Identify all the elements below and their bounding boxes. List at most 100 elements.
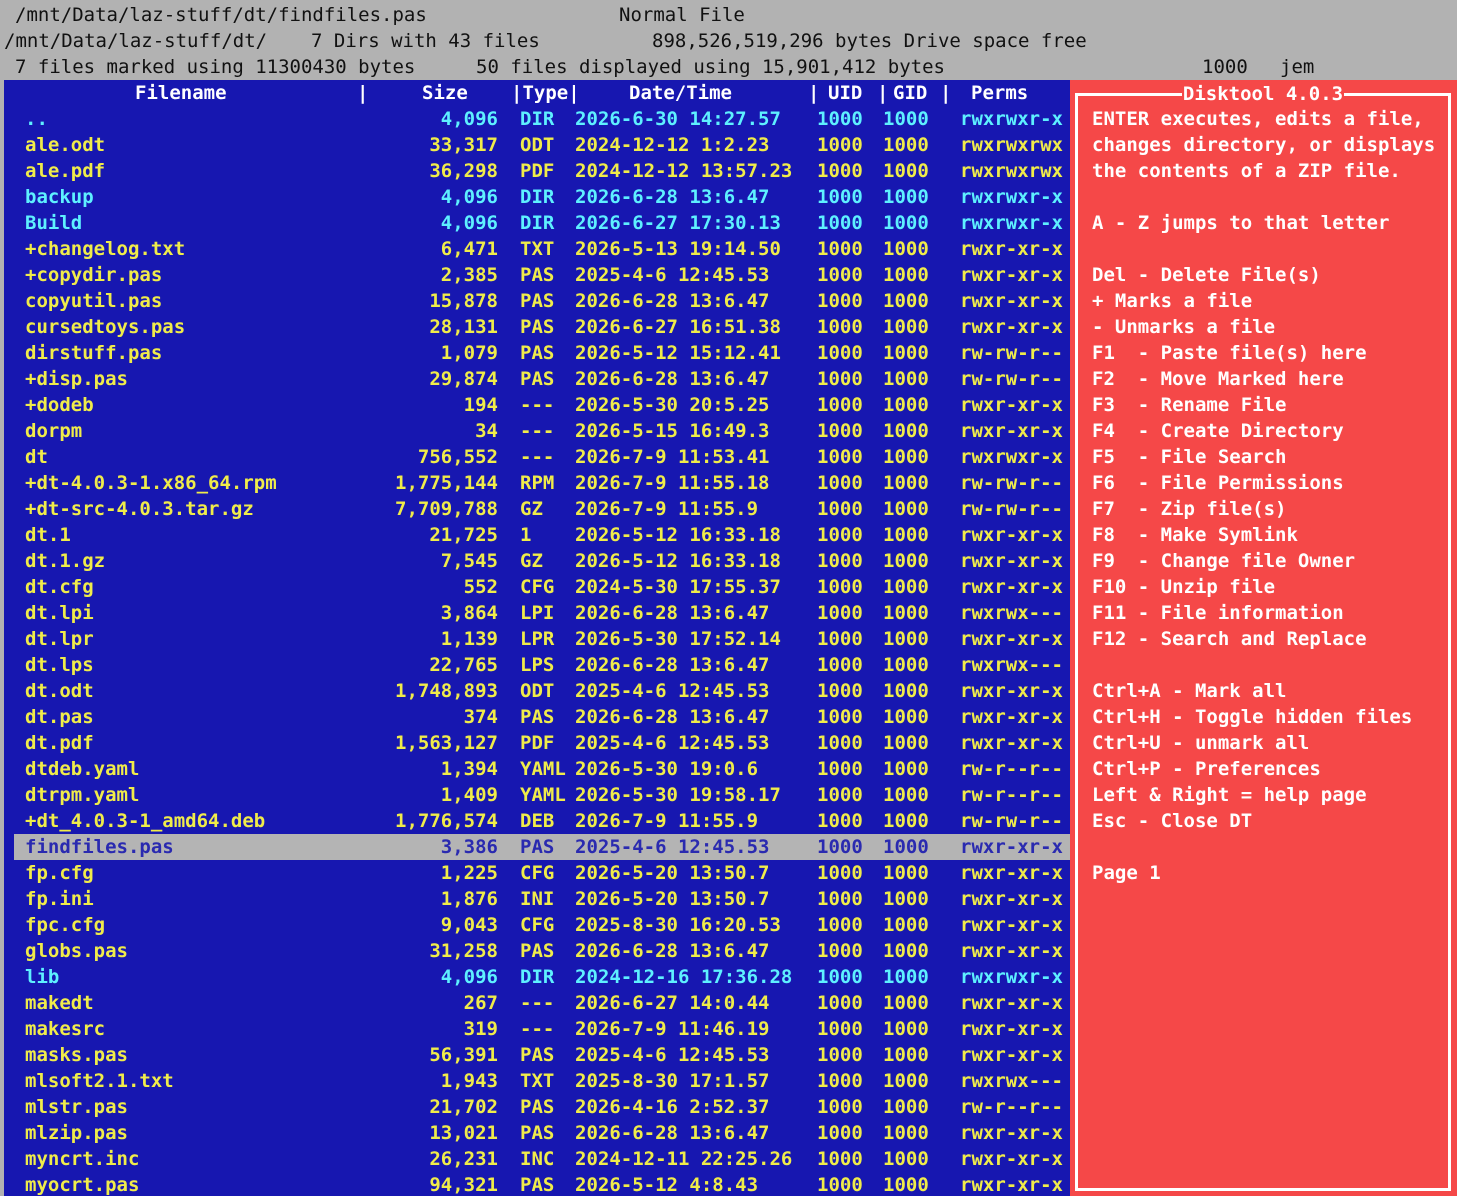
file-row[interactable]: dt.pdf 1,563,127 PDF 2025-4-6 12:45.53 1000 1… [14,730,1070,756]
file-name: cursedtoys.pas [25,316,186,338]
file-perms: rwxr-xr-x [960,732,1063,754]
help-line: F5 - File Search [1092,446,1287,468]
file-name: dt.cfg [25,576,94,598]
status-line-2: /mnt/Data/laz-stuff/dt/ 7 Dirs with 43 f… [0,28,1457,54]
file-row[interactable]: copyutil.pas 15,878 PAS 2026-6-28 13:6.47 10… [14,288,1070,314]
file-perms: rwxr-xr-x [960,680,1063,702]
column-filename[interactable]: Filename [135,80,227,106]
file-row[interactable]: globs.pas 31,258 PAS 2026-6-28 13:6.47 1000 1… [14,938,1070,964]
file-perms: rwxr-xr-x [960,836,1063,858]
column-datetime[interactable]: Date/Time [629,80,732,106]
file-gid: 1000 [883,784,929,806]
file-row-selected[interactable]: findfiles.pas 3,386 PAS 2025-4-6 12:45.53 10… [14,834,1070,860]
file-type: GZ [520,498,543,520]
help-line: A - Z jumps to that letter [1092,212,1390,234]
file-row[interactable]: dt.lpi 3,864 LPI 2026-6-28 13:6.47 1000 1000 r… [14,600,1070,626]
file-row[interactable]: +copydir.pas 2,385 PAS 2025-4-6 12:45.53 100… [14,262,1070,288]
help-line: F3 - Rename File [1092,394,1287,416]
file-row[interactable]: +dt_4.0.3-1_amd64.deb 1,776,574 DEB 2026-7-… [14,808,1070,834]
help-line: Left & Right = help page [1092,784,1367,806]
file-row[interactable]: dt.1.gz 7,545 GZ 2026-5-12 16:33.18 1000 1000… [14,548,1070,574]
drive-free-space: 898,526,519,296 bytes Drive space free [652,30,1087,52]
file-datetime: 2026-5-12 16:33.18 [575,550,781,572]
file-name: .. [25,108,48,130]
file-row[interactable]: fp.cfg 1,225 CFG 2026-5-20 13:50.7 1000 1000 r… [14,860,1070,886]
file-datetime: 2026-6-30 14:27.57 [575,108,781,130]
file-uid: 1000 [817,342,863,364]
file-type: DIR [520,108,555,130]
file-datetime: 2026-5-13 19:14.50 [575,238,781,260]
file-row[interactable]: .. 4,096 DIR 2026-6-30 14:27.57 1000 1000 rwxr… [14,106,1070,132]
file-list-pane[interactable]: Filename | Size |Type| Date/Time | UID |… [4,80,1070,1196]
file-gid: 1000 [883,550,929,572]
help-line: - Unmarks a file [1092,316,1276,338]
file-row[interactable]: mlzip.pas 13,021 PAS 2026-6-28 13:6.47 1000 1… [14,1120,1070,1146]
file-perms: rw-r--r-- [960,758,1063,780]
file-type: PAS [520,368,555,390]
file-row[interactable]: +dt-src-4.0.3.tar.gz 7,709,788 GZ 2026-7-9 … [14,496,1070,522]
file-perms: rwxr-xr-x [960,550,1063,572]
file-perms: rwxrwx--- [960,1070,1063,1092]
file-type: PAS [520,264,555,286]
file-row[interactable]: +dt-4.0.3-1.x86_64.rpm 1,775,144 RPM 2026-7… [14,470,1070,496]
column-gid[interactable]: GID [893,80,927,106]
file-datetime: 2025-4-6 12:45.53 [575,680,770,702]
file-gid: 1000 [883,212,929,234]
column-perms[interactable]: Perms [971,80,1028,106]
file-row[interactable]: myocrt.pas 94,321 PAS 2026-5-12 4:8.43 1000 1… [14,1172,1070,1196]
file-size: 267 [463,992,498,1014]
file-row[interactable]: +dodeb 194 --- 2026-5-30 20:5.25 1000 1000 rwx… [14,392,1070,418]
file-row[interactable]: dt.lps 22,765 LPS 2026-6-28 13:6.47 1000 1000… [14,652,1070,678]
file-row[interactable]: +changelog.txt 6,471 TXT 2026-5-13 19:14.50… [14,236,1070,262]
file-row[interactable]: backup 4,096 DIR 2026-6-28 13:6.47 1000 1000 r… [14,184,1070,210]
file-name: +disp.pas [25,368,128,390]
file-perms: rwxrwxr-x [960,186,1063,208]
file-datetime: 2025-4-6 12:45.53 [575,732,770,754]
file-row[interactable]: dtrpm.yaml 1,409 YAML 2026-5-30 19:58.17 100… [14,782,1070,808]
column-uid[interactable]: UID [828,80,862,106]
column-type[interactable]: |Type| [511,80,580,106]
file-gid: 1000 [883,264,929,286]
file-row[interactable]: masks.pas 56,391 PAS 2025-4-6 12:45.53 1000 1… [14,1042,1070,1068]
file-size: 1,943 [440,1070,498,1092]
file-row[interactable]: Build 4,096 DIR 2026-6-27 17:30.13 1000 1000 r… [14,210,1070,236]
file-row[interactable]: lib 4,096 DIR 2024-12-16 17:36.28 1000 1000 rw… [14,964,1070,990]
file-name: dt.lpi [25,602,94,624]
file-row[interactable]: dt.lpr 1,139 LPR 2026-5-30 17:52.14 1000 1000… [14,626,1070,652]
file-perms: rwxrwx--- [960,602,1063,624]
help-pane: Disktool 4.0.3 ENTER executes, edits a f… [1070,80,1457,1196]
file-row[interactable]: cursedtoys.pas 28,131 PAS 2026-6-27 16:51.3… [14,314,1070,340]
file-type: LPR [520,628,555,650]
file-row[interactable]: makesrc 319 --- 2026-7-9 11:46.19 1000 1000 rw… [14,1016,1070,1042]
file-row[interactable]: fpc.cfg 9,043 CFG 2025-8-30 16:20.53 1000 100… [14,912,1070,938]
file-row[interactable]: dirstuff.pas 1,079 PAS 2026-5-12 15:12.41 10… [14,340,1070,366]
file-row[interactable]: dtdeb.yaml 1,394 YAML 2026-5-30 19:0.6 1000 1… [14,756,1070,782]
file-type: GZ [520,550,543,572]
file-row[interactable]: myncrt.inc 26,231 INC 2024-12-11 22:25.26 10… [14,1146,1070,1172]
file-row[interactable]: dt.pas 374 PAS 2026-6-28 13:6.47 1000 1000 rwx… [14,704,1070,730]
file-size: 94,321 [429,1174,498,1196]
column-size[interactable]: Size [422,80,468,106]
file-size: 56,391 [429,1044,498,1066]
file-uid: 1000 [817,472,863,494]
file-row[interactable]: mlsoft2.1.txt 1,943 TXT 2025-8-30 17:1.57 10… [14,1068,1070,1094]
file-datetime: 2026-6-28 13:6.47 [575,654,770,676]
file-row[interactable]: ale.odt 33,317 ODT 2024-12-12 1:2.23 1000 100… [14,132,1070,158]
file-uid: 1000 [817,862,863,884]
file-uid: 1000 [817,264,863,286]
file-row[interactable]: dt.odt 1,748,893 ODT 2025-4-6 12:45.53 1000 1… [14,678,1070,704]
file-gid: 1000 [883,238,929,260]
file-row[interactable]: +disp.pas 29,874 PAS 2026-6-28 13:6.47 1000 1… [14,366,1070,392]
file-uid: 1000 [817,420,863,442]
file-row[interactable]: dt.1 21,725 1 2026-5-12 16:33.18 1000 1000 rwx… [14,522,1070,548]
file-gid: 1000 [883,732,929,754]
file-row[interactable]: dt 756,552 --- 2026-7-9 11:53.41 1000 1000 rwx… [14,444,1070,470]
file-row[interactable]: dorpm 34 --- 2026-5-15 16:49.3 1000 1000 rwxr-… [14,418,1070,444]
file-row[interactable]: mlstr.pas 21,702 PAS 2026-4-16 2:52.37 1000 1… [14,1094,1070,1120]
file-row[interactable]: ale.pdf 36,298 PDF 2024-12-12 13:57.23 1000 1… [14,158,1070,184]
file-type: CFG [520,862,555,884]
file-row[interactable]: dt.cfg 552 CFG 2024-5-30 17:55.37 1000 1000 rw… [14,574,1070,600]
file-row[interactable]: makedt 267 --- 2026-6-27 14:0.44 1000 1000 rwx… [14,990,1070,1016]
file-row[interactable]: fp.ini 1,876 INI 2026-5-20 13:50.7 1000 1000 r… [14,886,1070,912]
file-size: 33,317 [429,134,498,156]
